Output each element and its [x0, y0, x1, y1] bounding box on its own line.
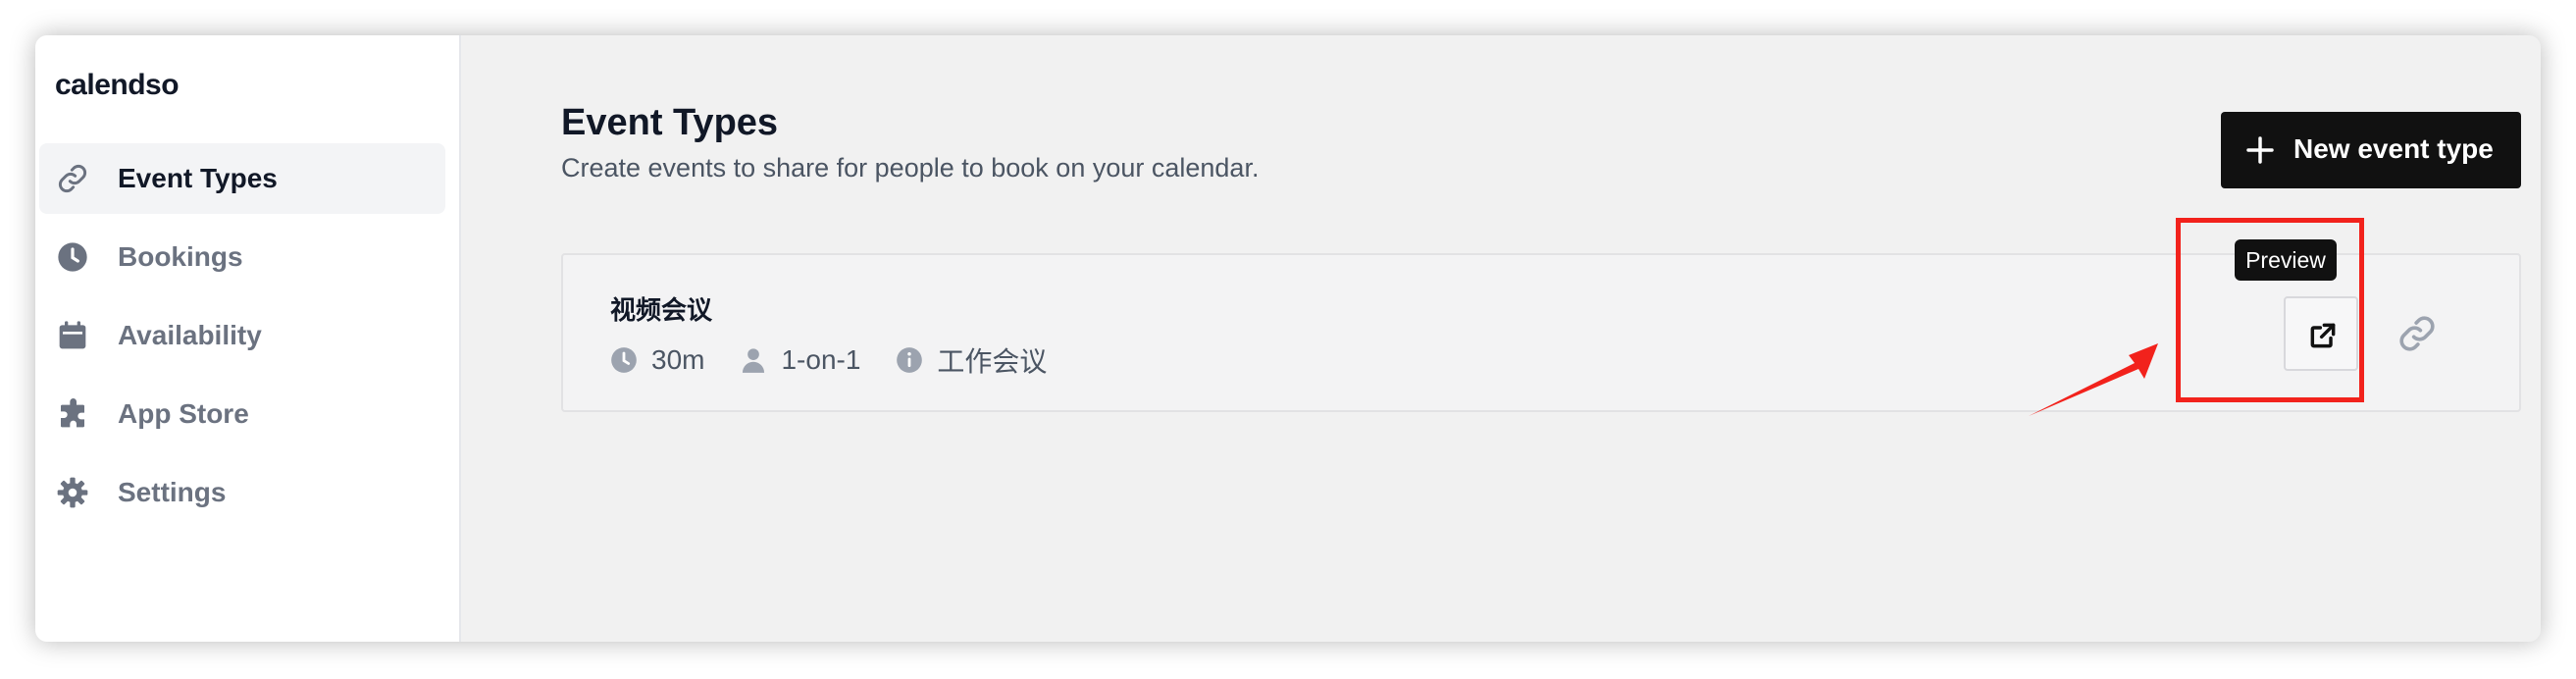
- new-event-type-button[interactable]: New event type: [2221, 112, 2521, 188]
- event-type-title: 视频会议: [610, 295, 713, 325]
- new-event-type-label: New event type: [2293, 133, 2494, 164]
- sidebar-item-event-types[interactable]: Event Types: [39, 143, 445, 214]
- type-badge: 1-on-1: [740, 344, 860, 376]
- sidebar-item-bookings[interactable]: Bookings: [39, 222, 445, 292]
- sidebar-item-settings[interactable]: Settings: [39, 457, 445, 528]
- event-type-meta: 30m 1-on-1 工作会议: [610, 343, 1082, 377]
- sidebar-item-label: Event Types: [118, 163, 278, 193]
- description-text: 工作会议: [937, 346, 1048, 377]
- duration-text: 30m: [651, 344, 705, 375]
- link-icon: [58, 164, 87, 193]
- calendar-icon: [59, 321, 86, 349]
- info-icon: [897, 347, 923, 373]
- sidebar-item-label: App Store: [118, 398, 249, 429]
- sidebar-item-label: Availability: [118, 320, 262, 350]
- clock-icon: [58, 242, 87, 272]
- sidebar-item-label: Settings: [118, 477, 227, 507]
- sidebar: calendso Event Types Bookings Availabili: [35, 35, 461, 642]
- sidebar-item-app-store[interactable]: App Store: [39, 379, 445, 449]
- gear-icon: [57, 477, 88, 508]
- annotation-arrow-icon: [2029, 343, 2158, 416]
- description-badge: 工作会议: [896, 340, 1047, 380]
- type-text: 1-on-1: [781, 344, 861, 375]
- duration-badge: 30m: [610, 344, 704, 376]
- sidebar-item-availability[interactable]: Availability: [39, 300, 445, 371]
- page-subtitle: Create events to share for people to boo…: [561, 153, 1260, 183]
- logo[interactable]: calendso: [55, 69, 180, 102]
- highlight-box: [2176, 218, 2364, 402]
- puzzle-icon: [61, 398, 84, 428]
- sidebar-item-label: Bookings: [118, 241, 243, 272]
- page-title: Event Types: [561, 102, 779, 143]
- copy-link-button[interactable]: [2397, 314, 2437, 353]
- clock-icon: [611, 347, 637, 373]
- plus-icon: [2246, 136, 2274, 164]
- user-icon: [743, 348, 765, 373]
